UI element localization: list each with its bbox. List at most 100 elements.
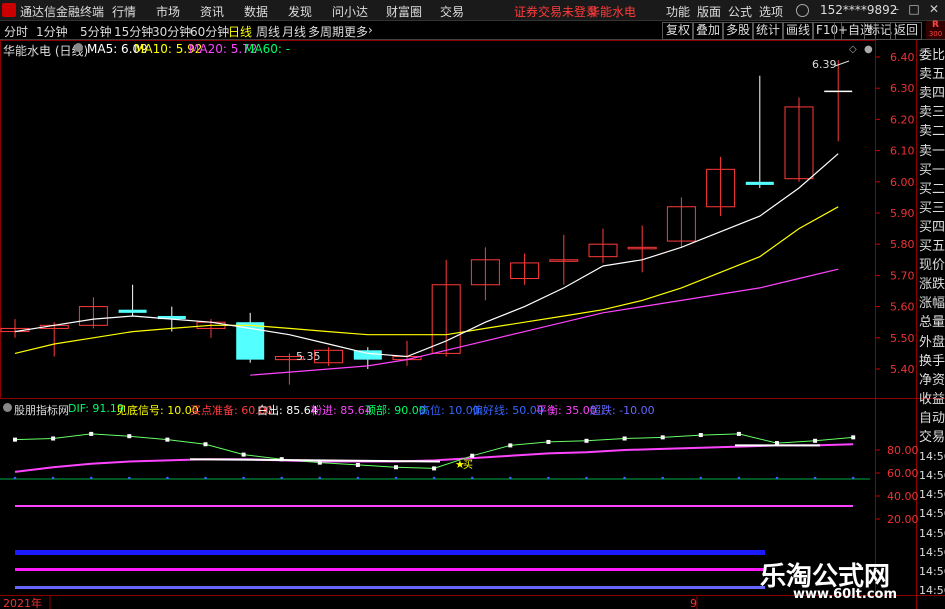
quote-panel-item[interactable]: 14:56 [919,506,945,522]
menu-layout[interactable]: 版面 [697,3,721,20]
quote-panel: 委比卖五卖四卖三卖二卖一买一买二买三买四买五现价涨跌涨幅总量外盘换手净资收益自动… [917,40,945,609]
quote-panel-item[interactable]: 卖四 [919,86,945,102]
quote-panel-item[interactable]: 涨跌 [919,277,945,293]
menu-data[interactable]: 数据 [244,3,268,20]
adjust-button[interactable]: 复权 [662,22,695,40]
user-account[interactable]: 152****9892 [820,3,897,17]
quote-panel-item[interactable]: 涨幅 [919,296,945,312]
price-tick-label: 6.40 [890,51,915,64]
menu-news[interactable]: 资讯 [200,3,224,20]
quote-panel-item[interactable]: 14:56 [919,487,945,503]
quote-panel-item[interactable]: 买四 [919,220,945,236]
quote-panel-item[interactable]: 换手 [919,354,945,370]
quote-panel-item[interactable]: 收益 [919,392,945,408]
year-label: 2021年 [3,596,42,609]
quote-panel-item[interactable]: 委比 [919,48,945,64]
period-intraday[interactable]: 分时 [4,23,28,40]
chevron-right-icon[interactable]: › [368,23,373,37]
indicator-name[interactable]: 股朋指标网 [14,402,69,418]
menu-wealth[interactable]: 财富圈 [386,3,422,20]
quote-panel-item[interactable]: 14:56 [919,526,945,542]
quote-panel-item[interactable]: 总量 [919,315,945,331]
close-icon[interactable]: ✕ [926,2,942,18]
period-5min[interactable]: 5分钟 [80,23,112,40]
quote-panel-item[interactable]: 买三 [919,201,945,217]
menu-trade[interactable]: 交易 [440,3,464,20]
quote-panel-item[interactable]: 14:56 [919,564,945,580]
corner-badge[interactable]: R 300 [926,21,945,39]
ind-dot [13,476,17,480]
period-15min[interactable]: 15分钟 [114,23,153,40]
period-monthly[interactable]: 月线 [282,23,306,40]
menu-options[interactable]: 选项 [759,3,783,20]
menu-quotes[interactable]: 行情 [112,3,136,20]
ind-point [660,435,665,440]
quote-panel-item[interactable]: 现价 [919,258,945,274]
quote-panel-item[interactable]: 买五 [919,239,945,255]
ind-bar-pink [15,568,765,571]
price-tick-label: 6.20 [890,113,915,126]
ma-lines [14,153,839,376]
ind-point [89,431,94,436]
ind-point [203,442,208,447]
ind-dot [470,476,474,480]
quote-panel-item[interactable]: 14:56 [919,468,945,484]
back-button[interactable]: 返回 [890,22,923,40]
quote-panel-item[interactable]: 卖五 [919,67,945,83]
kline-chart[interactable]: 6.40 6.30 6.20 6.10 6.00 5.90 5.80 5.70 5.60 5.50… [0,40,945,609]
overlay-button[interactable]: 叠加 [692,22,725,40]
quote-panel-item[interactable]: 卖二 [919,124,945,140]
period-weekly[interactable]: 周线 [256,23,280,40]
diamond-icon: ◇ [849,44,857,55]
period-daily[interactable]: 日线 [228,23,252,40]
quote-panel-item[interactable]: 自动 [919,411,945,427]
indicator-dot-icon[interactable] [3,403,12,412]
ind-dot [813,476,817,480]
ind-dot [775,476,779,480]
menu-formula[interactable]: 公式 [728,3,752,20]
corner-code: 300 [928,30,943,38]
menu-ask[interactable]: 问小达 [332,3,368,20]
qrx-label: 偏好线: 50.00 [472,404,544,417]
stats-button[interactable]: 统计 [752,22,785,40]
menu-market[interactable]: 市场 [156,3,180,20]
quote-panel-item[interactable]: 买二 [919,182,945,198]
menu-function[interactable]: 功能 [666,3,690,20]
quote-panel-item[interactable]: 交易 [919,430,945,446]
quote-panel-item[interactable]: 14:56 [919,449,945,465]
minimize-icon[interactable]: – [888,2,904,18]
ind-dot [204,476,207,480]
title-bar: 通达信金融终端 行情 市场 资讯 数据 发现 问小达 财富圈 交易 证券交易未登… [0,0,945,21]
ph-label: 平衡: 35.00 [536,404,597,417]
menu-discover[interactable]: 发现 [288,3,312,20]
multi-stock-button[interactable]: 多股 [722,22,755,40]
ind-point [813,438,818,443]
ind-point [470,453,475,458]
maximize-icon[interactable]: □ [906,2,922,18]
period-60min[interactable]: 60分钟 [190,23,229,40]
draw-line-button[interactable]: 画线 [782,22,815,40]
jdxh-label: 见底信号: 10.00 [116,404,199,417]
quote-panel-item[interactable]: 14:56 [919,545,945,561]
quote-panel-item[interactable]: 卖一 [919,144,945,160]
ind-point [127,434,132,439]
ind-white-segment [189,458,441,463]
period-multi[interactable]: 多周期 [308,23,344,40]
quote-panel-item[interactable]: 买一 [919,163,945,179]
quote-panel-item[interactable]: 外盘 [919,335,945,351]
price-tick-label: 5.40 [890,363,915,376]
period-more[interactable]: 更多 [344,23,368,40]
low-annotation: 5.35 [296,350,321,363]
ind-dot [242,476,245,480]
login-warning[interactable]: 证券交易未登录 [514,3,598,20]
ind-point [51,436,56,441]
quote-panel-item[interactable]: 卖三 [919,105,945,121]
quote-panel-item[interactable]: 14:56 [919,583,945,599]
ind-point [698,433,703,438]
period-1min[interactable]: 1分钟 [36,23,68,40]
settings-dot-icon[interactable] [74,43,83,52]
ind-green-line [14,433,854,469]
ind-point [622,436,627,441]
quote-panel-item[interactable]: 净资 [919,373,945,389]
period-30min[interactable]: 30分钟 [152,23,191,40]
